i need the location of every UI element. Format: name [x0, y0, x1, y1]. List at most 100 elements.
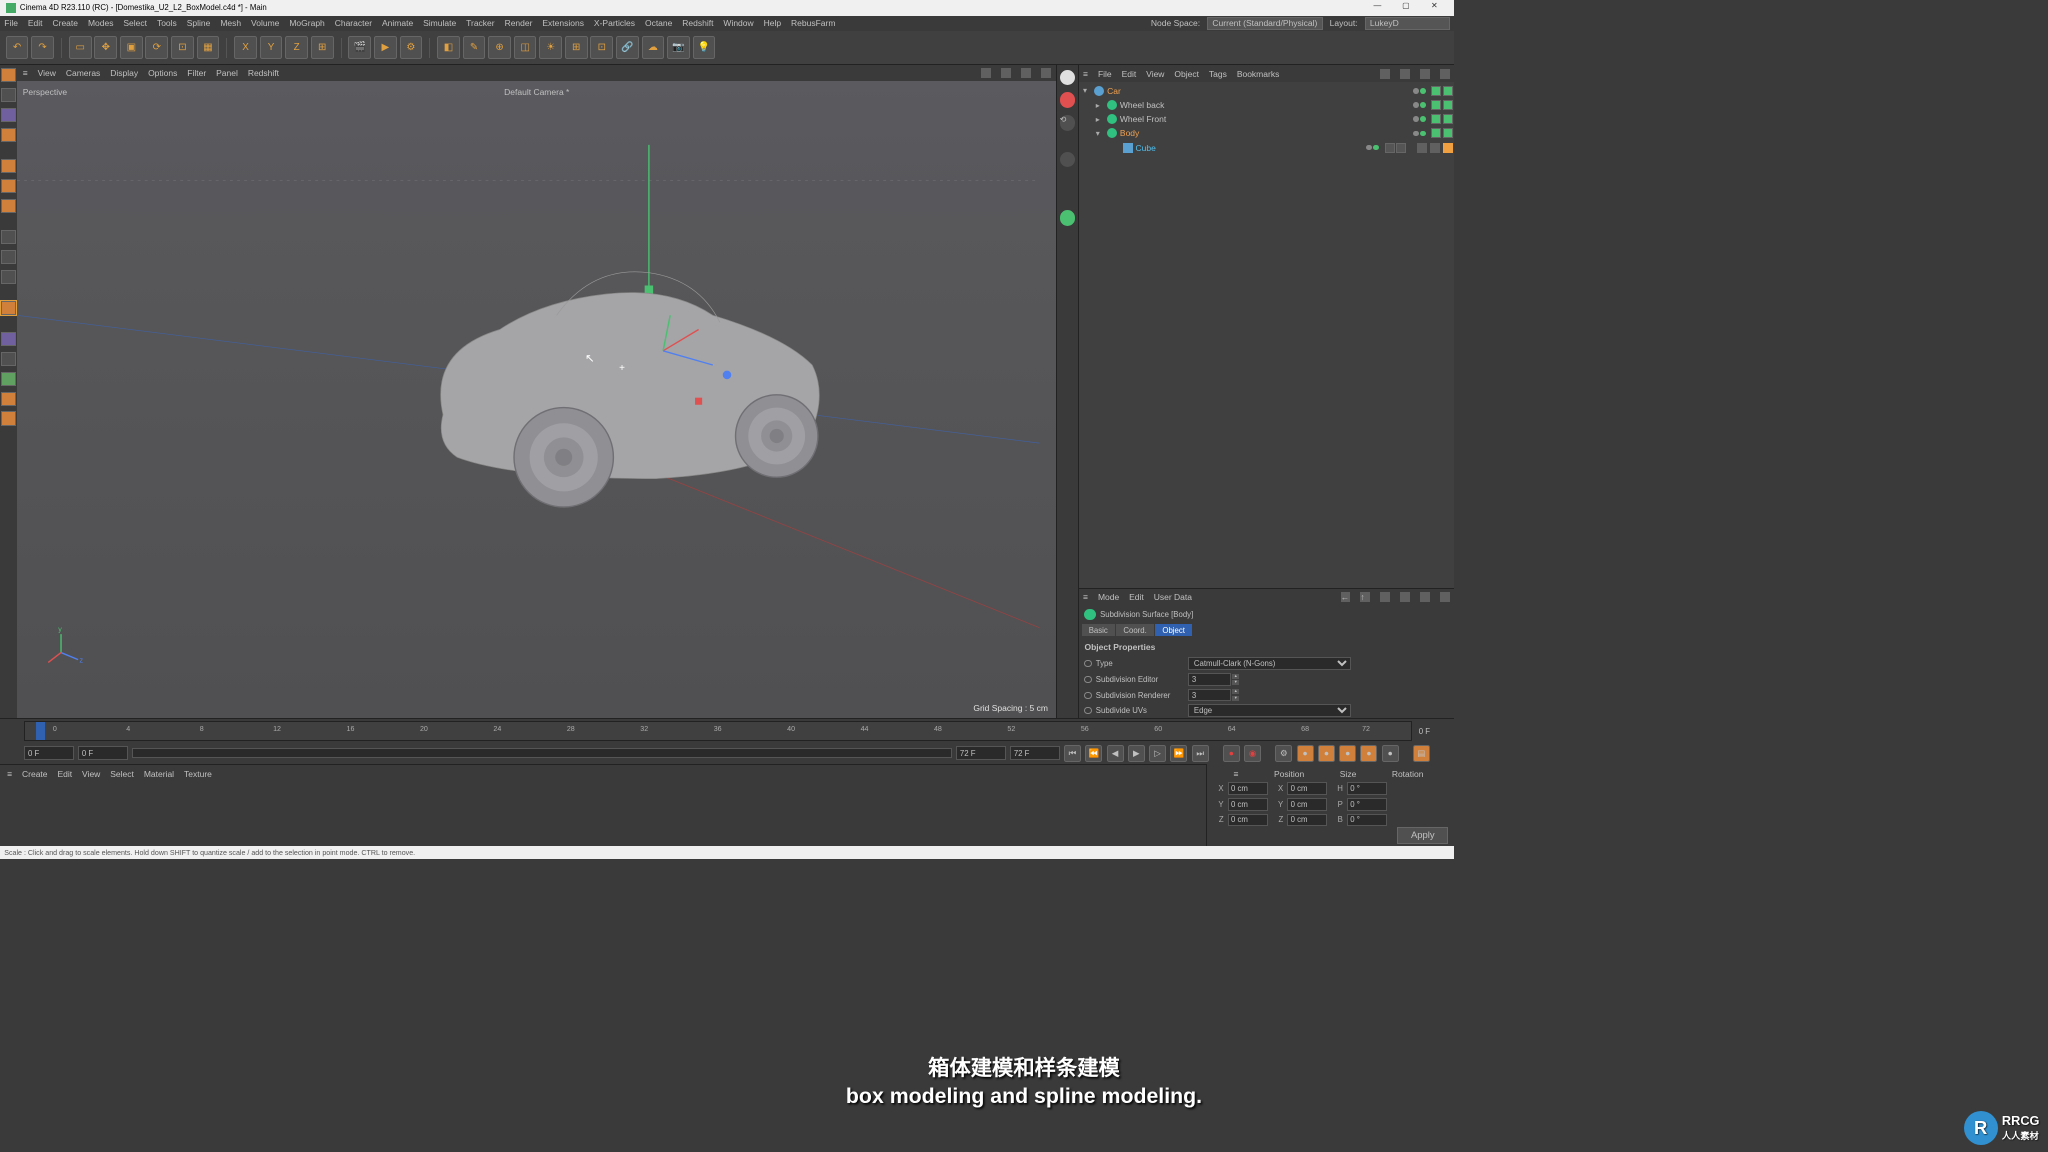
axis-enable-tool[interactable]	[1, 230, 15, 244]
locked-workplane-tool[interactable]	[1, 392, 15, 406]
attr-nav-back-icon[interactable]: ←	[1341, 592, 1351, 602]
render-button[interactable]: 🎬	[348, 36, 371, 59]
menu-render[interactable]: Render	[505, 18, 533, 28]
menu-create[interactable]: Create	[52, 18, 78, 28]
attr-menu-edit[interactable]: Edit	[1129, 592, 1144, 602]
viewport-solo-tool[interactable]	[1, 270, 15, 284]
range-end-input[interactable]	[1010, 746, 1060, 760]
vp-menu-options[interactable]: Options	[148, 68, 177, 78]
menu-modes[interactable]: Modes	[88, 18, 114, 28]
current-frame-input[interactable]	[956, 746, 1006, 760]
workplane-tool[interactable]	[1, 128, 15, 142]
vp-menu-display[interactable]: Display	[110, 68, 138, 78]
add-environment-button[interactable]: ☀	[539, 36, 562, 59]
vp-nav-rotate-icon[interactable]	[1021, 68, 1031, 78]
texture-mode-tool[interactable]	[1, 108, 15, 122]
mm-menu-create[interactable]: Create	[22, 769, 48, 779]
tree-toggle-icon[interactable]: ▾	[1083, 86, 1092, 95]
menu-spline[interactable]: Spline	[187, 18, 211, 28]
vis-editor-toggle[interactable]	[1431, 114, 1441, 124]
add-tag-button[interactable]: 🔗	[616, 36, 639, 59]
layout-dropdown[interactable]: LukeyD	[1365, 17, 1450, 30]
om-list-icon[interactable]	[1440, 69, 1450, 79]
add-spline-button[interactable]: ✎	[463, 36, 486, 59]
coord-rot-h-input[interactable]	[1347, 782, 1387, 795]
y-axis-lock[interactable]: Y	[260, 36, 283, 59]
om-menu-view[interactable]: View	[1146, 69, 1164, 79]
attr-type-select[interactable]: Catmull-Clark (N-Gons)	[1188, 657, 1351, 670]
planar-workplane-tool[interactable]	[1, 411, 15, 425]
minimize-button[interactable]: —	[1363, 1, 1391, 14]
coord-apply-button[interactable]: Apply	[1397, 827, 1448, 844]
om-menu-edit[interactable]: Edit	[1122, 69, 1137, 79]
coord-hamburger-icon[interactable]: ≡	[1234, 769, 1239, 779]
vp-nav-move-icon[interactable]	[981, 68, 991, 78]
om-menu-tags[interactable]: Tags	[1209, 69, 1227, 79]
vp-toggle-views-icon[interactable]	[1041, 68, 1051, 78]
menu-mesh[interactable]: Mesh	[220, 18, 241, 28]
attr-uv-select[interactable]: Edge	[1188, 704, 1351, 717]
live-select-tool[interactable]: ▭	[69, 36, 92, 59]
vis-editor-toggle[interactable]	[1431, 86, 1441, 96]
object-name[interactable]: Car	[1107, 86, 1413, 96]
move-tool[interactable]: ✥	[94, 36, 117, 59]
mm-menu-material[interactable]: Material	[144, 769, 174, 779]
vis-render-toggle[interactable]	[1396, 143, 1406, 153]
add-volume-button[interactable]: ☁	[642, 36, 665, 59]
snap-tool[interactable]	[1, 301, 15, 315]
vp-menu-filter[interactable]: Filter	[187, 68, 206, 78]
vp-menu-redshift[interactable]: Redshift	[248, 68, 279, 78]
key-rot-button[interactable]: ●	[1339, 745, 1356, 762]
undo-button[interactable]: ↶	[6, 36, 29, 59]
model-mode-tool[interactable]	[1, 88, 15, 102]
add-camera-button[interactable]: 📷	[667, 36, 690, 59]
hierarchy-item-cube[interactable]: Cube	[1080, 140, 1452, 154]
param-anim-bullet[interactable]	[1084, 660, 1091, 667]
workplane-zy-tool[interactable]	[1, 352, 15, 366]
add-cube-button[interactable]: ◧	[437, 36, 460, 59]
rotate-tool[interactable]: ⟳	[145, 36, 168, 59]
add-light-button[interactable]: 💡	[693, 36, 716, 59]
poly-mode-tool[interactable]	[1, 199, 15, 213]
attr-tab-object[interactable]: Object	[1155, 624, 1192, 636]
x-axis-lock[interactable]: X	[234, 36, 257, 59]
workplane-xy-tool[interactable]	[1, 332, 15, 346]
mm-menu-view[interactable]: View	[82, 769, 100, 779]
menu-tools[interactable]: Tools	[157, 18, 177, 28]
rail-object-icon[interactable]	[1060, 70, 1076, 86]
key-scale-button[interactable]: ●	[1318, 745, 1335, 762]
key-pos-button[interactable]: ●	[1297, 745, 1314, 762]
add-generator-button[interactable]: ⊕	[488, 36, 511, 59]
rail-solo-icon[interactable]	[1060, 210, 1076, 226]
warning-tag-icon[interactable]	[1443, 143, 1453, 153]
coord-rot-p-input[interactable]	[1347, 798, 1387, 811]
om-menu-object[interactable]: Object	[1174, 69, 1199, 79]
object-name[interactable]: Cube	[1136, 143, 1367, 153]
coord-size-y-input[interactable]	[1287, 798, 1327, 811]
mm-hamburger-icon[interactable]: ≡	[7, 769, 12, 779]
om-eye-icon[interactable]	[1420, 69, 1430, 79]
workplane-xz-tool[interactable]	[1, 372, 15, 386]
vp-nav-zoom-icon[interactable]	[1001, 68, 1011, 78]
attr-new-icon[interactable]	[1440, 592, 1450, 602]
z-axis-lock[interactable]: Z	[285, 36, 308, 59]
om-hamburger-icon[interactable]: ≡	[1083, 69, 1088, 79]
hamburger-icon[interactable]: ≡	[23, 68, 28, 78]
add-field-button[interactable]: ⊡	[590, 36, 613, 59]
key-options-button[interactable]: ⚙	[1275, 745, 1292, 762]
vis-render-toggle[interactable]	[1443, 86, 1453, 96]
menu-octane[interactable]: Octane	[645, 18, 672, 28]
phong-tag-icon[interactable]	[1417, 143, 1427, 153]
material-manager-content[interactable]	[0, 782, 1206, 837]
menu-window[interactable]: Window	[723, 18, 753, 28]
timeline-open-button[interactable]: ▤	[1413, 745, 1430, 762]
close-button[interactable]: ✕	[1420, 1, 1448, 14]
place-tool[interactable]: ▦	[197, 36, 220, 59]
attr-search-icon[interactable]	[1380, 592, 1390, 602]
hierarchy-item-car[interactable]: ▾ Car	[1080, 84, 1452, 98]
prev-key-button[interactable]: ⏪	[1085, 745, 1102, 762]
menu-character[interactable]: Character	[335, 18, 372, 28]
last-tool[interactable]: ⊡	[171, 36, 194, 59]
make-editable-tool[interactable]	[1, 68, 15, 82]
coord-system-toggle[interactable]: ⊞	[311, 36, 334, 59]
